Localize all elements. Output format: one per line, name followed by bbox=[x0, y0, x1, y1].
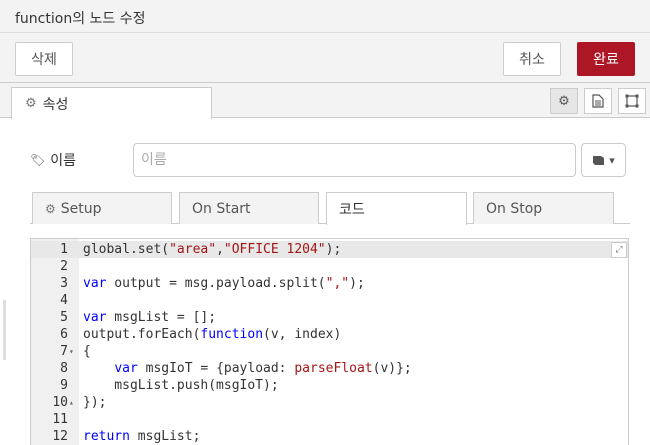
code-line[interactable]: 2 bbox=[31, 258, 628, 275]
dialog-title-bar: function의 노드 수정 bbox=[0, 0, 650, 33]
name-row: 🏷 이름 ▾ bbox=[0, 143, 650, 177]
line-number: 2 bbox=[60, 259, 68, 274]
line-number: 7 bbox=[60, 344, 68, 359]
tab-on-start-label: On Start bbox=[192, 200, 251, 217]
line-number: 1 bbox=[60, 242, 68, 257]
tab-setup[interactable]: ⚙ Setup bbox=[32, 192, 172, 224]
document-icon bbox=[592, 94, 604, 108]
code-text: output.forEach(function(v, index) bbox=[83, 327, 342, 342]
resize-handle[interactable] bbox=[3, 300, 6, 360]
dialog-button-bar: 삭제 취소 완료 bbox=[0, 33, 650, 83]
line-number: 12 bbox=[52, 429, 68, 444]
appearance-tab-button[interactable] bbox=[618, 88, 646, 114]
description-tab-button[interactable] bbox=[584, 88, 612, 114]
delete-button[interactable]: 삭제 bbox=[15, 42, 73, 76]
frame-icon bbox=[625, 94, 639, 108]
gear-icon: ⚙ bbox=[25, 96, 37, 111]
code-editor[interactable]: 1 global.set("area","OFFICE 1204"); 2 3 var … bbox=[30, 238, 629, 445]
function-sub-tabs: ⚙ Setup On Start 코드 On Stop bbox=[30, 190, 630, 225]
line-number: 11 bbox=[52, 412, 68, 427]
code-text: var msgIoT = {payload: parseFloat(v)}; bbox=[114, 361, 412, 376]
tab-on-stop-label: On Stop bbox=[486, 200, 543, 217]
code-text: msgList.push(msgIoT); bbox=[83, 378, 279, 393]
line-number: 3 bbox=[60, 276, 68, 291]
line-number: 10 bbox=[52, 395, 68, 410]
line-number: 9 bbox=[60, 378, 68, 393]
name-label-text: 이름 bbox=[50, 153, 76, 169]
code-line[interactable]: 8 var msgIoT = {payload: parseFloat(v)}; bbox=[31, 360, 628, 377]
code-line[interactable]: 1 global.set("area","OFFICE 1204"); bbox=[31, 241, 628, 258]
code-line[interactable]: 4 bbox=[31, 292, 628, 309]
code-text: }); bbox=[83, 395, 107, 410]
cancel-button[interactable]: 취소 bbox=[503, 42, 561, 76]
gear-icon: ⚙ bbox=[558, 93, 570, 109]
line-number: 6 bbox=[60, 327, 68, 342]
expand-icon[interactable]: ⤢ bbox=[611, 242, 627, 258]
code-line[interactable]: 11 bbox=[31, 411, 628, 428]
tab-properties-label: 속성 bbox=[42, 96, 69, 113]
done-button[interactable]: 완료 bbox=[577, 42, 635, 76]
line-number: 5 bbox=[60, 310, 68, 325]
fold-marker-icon[interactable]: ▴ bbox=[69, 394, 74, 411]
tab-on-stop[interactable]: On Stop bbox=[473, 192, 614, 224]
name-label: 🏷 이름 bbox=[30, 150, 76, 170]
tag-icon: 🏷 bbox=[30, 153, 46, 167]
tab-code[interactable]: 코드 bbox=[326, 192, 467, 225]
code-line[interactable]: 5 var msgList = []; bbox=[31, 309, 628, 326]
code-text: { bbox=[83, 344, 91, 359]
code-text: var msgList = []; bbox=[83, 310, 217, 325]
code-line[interactable]: 10 ▴}); bbox=[31, 394, 628, 411]
code-line[interactable]: 12 return msgList; bbox=[31, 428, 628, 445]
tab-setup-label: Setup bbox=[60, 200, 102, 217]
chevron-down-icon: ▾ bbox=[609, 153, 615, 167]
code-line[interactable]: 9 msgList.push(msgIoT); bbox=[31, 377, 628, 394]
tab-properties[interactable]: ⚙ 속성 bbox=[11, 87, 212, 119]
code-line[interactable]: 3 var output = msg.payload.split(","); bbox=[31, 275, 628, 292]
line-number: 8 bbox=[60, 361, 68, 376]
gear-icon: ⚙ bbox=[45, 201, 56, 216]
code-text: var output = msg.payload.split(","); bbox=[83, 276, 365, 291]
name-lookup-button[interactable]: ▾ bbox=[581, 143, 626, 177]
tab-on-start[interactable]: On Start bbox=[179, 192, 319, 224]
dialog-title: function의 노드 수정 bbox=[15, 11, 146, 27]
line-number: 4 bbox=[60, 293, 68, 308]
fold-marker-icon[interactable]: ▾ bbox=[69, 343, 74, 360]
code-line[interactable]: 7 ▾ { bbox=[31, 343, 628, 360]
code-line[interactable]: 6 output.forEach(function(v, index) bbox=[31, 326, 628, 343]
settings-tab-button[interactable]: ⚙ bbox=[550, 88, 578, 114]
code-text: return msgList; bbox=[83, 429, 201, 444]
tab-strip: ⚙ 속성 ⚙ bbox=[0, 83, 650, 119]
tab-code-label: 코드 bbox=[339, 202, 365, 218]
book-icon bbox=[593, 155, 605, 165]
name-input[interactable] bbox=[133, 143, 576, 177]
code-text: global.set("area","OFFICE 1204"); bbox=[83, 242, 342, 257]
